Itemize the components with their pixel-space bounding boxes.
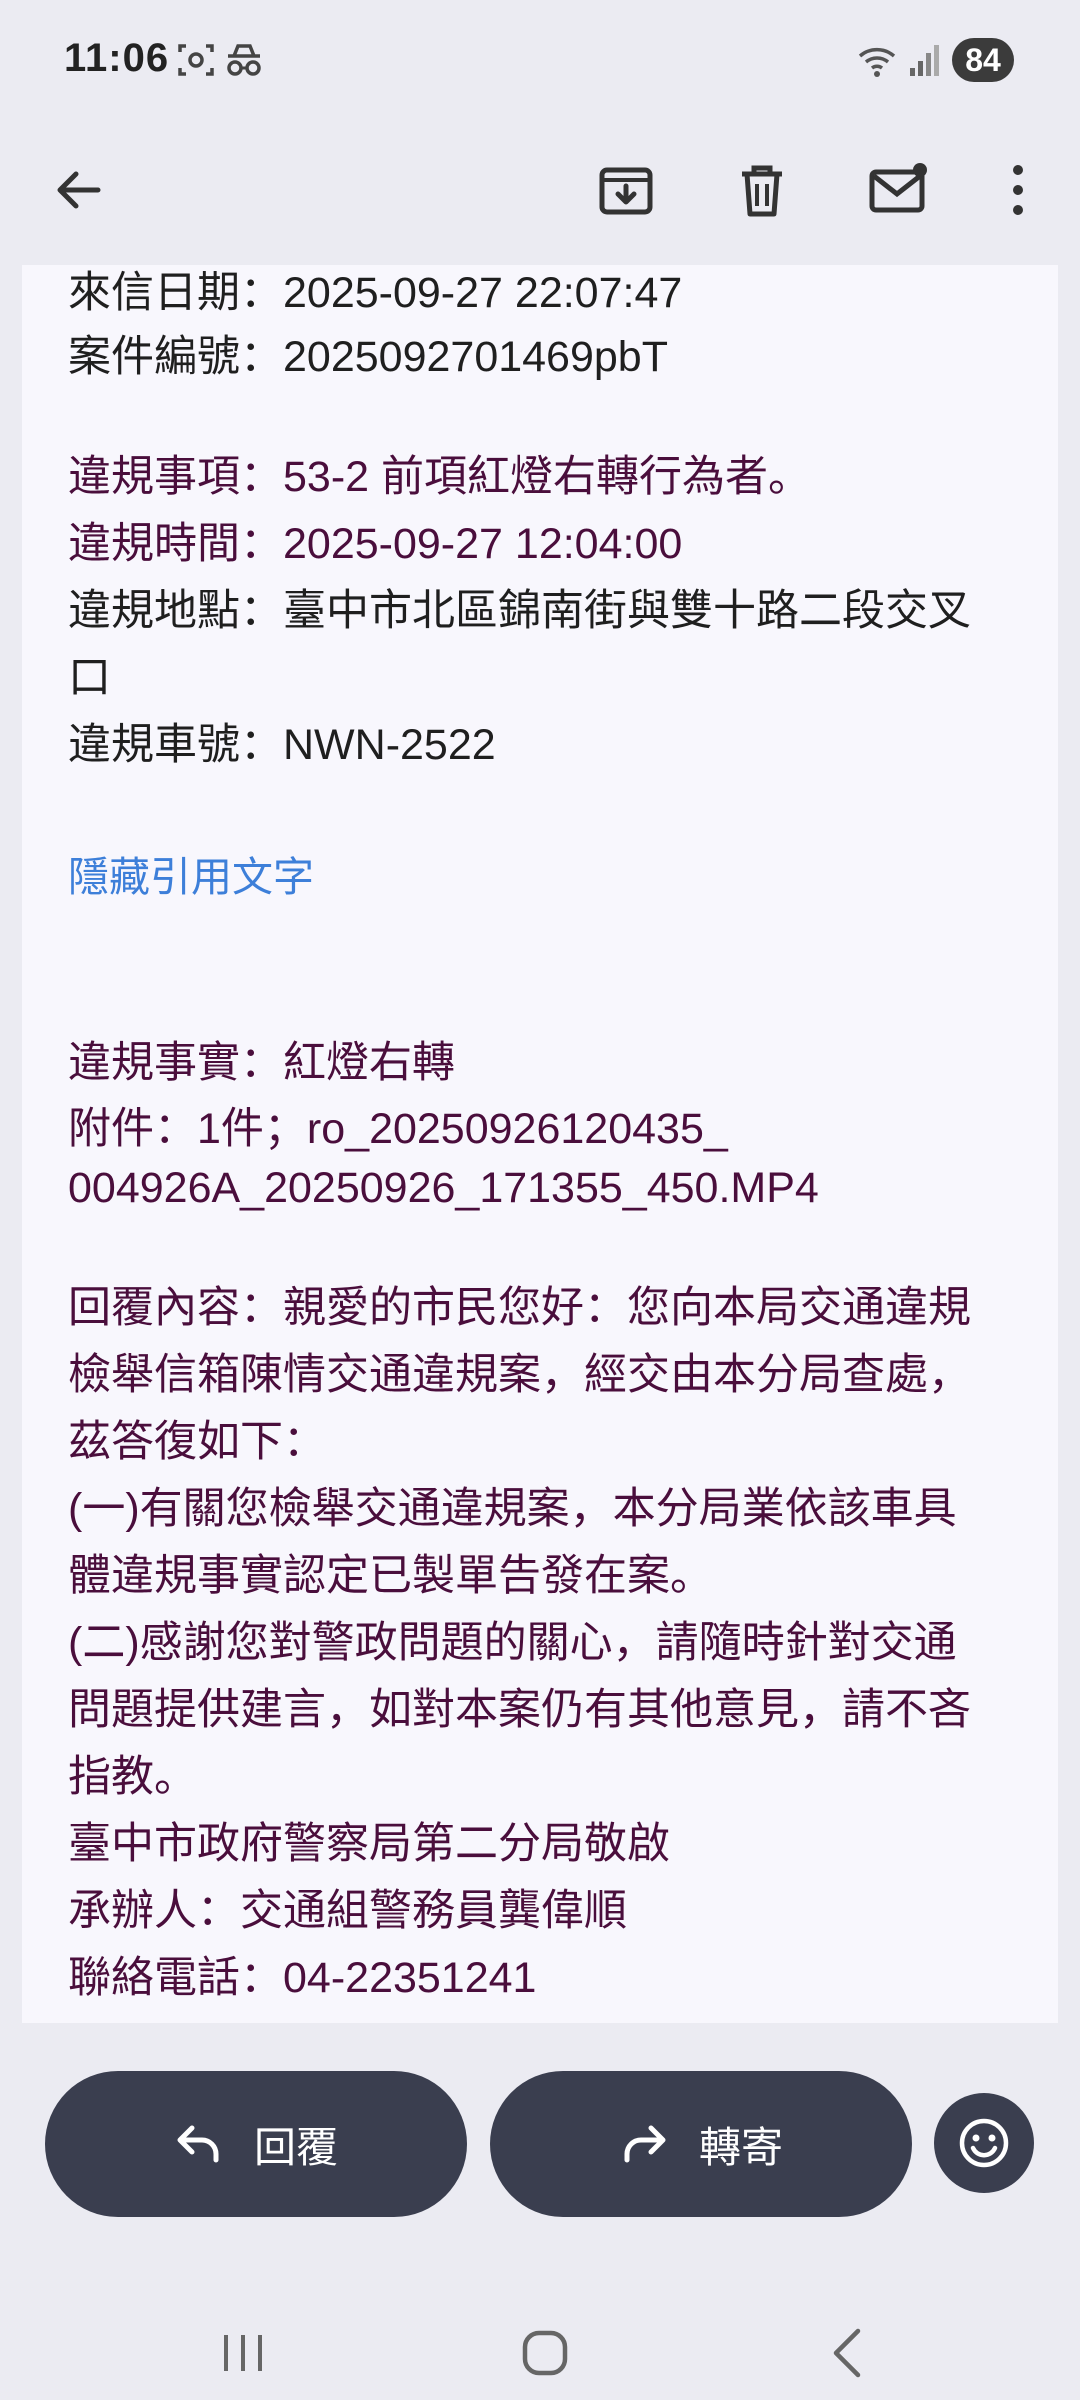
forward-button[interactable]: 轉寄 — [490, 2071, 912, 2217]
reply-button[interactable]: 回覆 — [45, 2071, 467, 2217]
back-arrow-icon[interactable] — [38, 150, 118, 230]
forward-icon — [624, 2125, 666, 2163]
back-icon[interactable] — [806, 2313, 886, 2393]
case-number: 案件編號：2025092701469pbT — [68, 333, 668, 381]
reply-line: (一)有關您檢舉交通違規案，本分局業依該車具 — [68, 1485, 957, 1533]
battery-badge: 84 — [952, 38, 1014, 82]
forward-label: 轉寄 — [698, 2123, 783, 2171]
violation-location: 違規地點：臺中市北區錦南街與雙十路二段交叉 — [68, 587, 971, 635]
status-bar: 11:06 84 — [0, 0, 1080, 120]
signal-icon — [908, 40, 942, 85]
recent-apps-icon[interactable] — [203, 2313, 283, 2393]
violation-fact: 違規事實：紅燈右轉 — [68, 1039, 455, 1087]
action-bar: 回覆 轉寄 — [0, 2023, 1080, 2223]
incognito-icon — [222, 40, 266, 85]
emoji-icon — [959, 2118, 1009, 2168]
reply-icon — [177, 2125, 219, 2163]
reply-line: 體違規事實認定已製單告發在案。 — [68, 1552, 713, 1600]
received-date: 來信日期：2025-09-27 22:07:47 — [68, 269, 683, 317]
email-body: 來信日期：2025-09-27 22:07:47 案件編號：2025092701… — [22, 265, 1058, 2023]
more-vert-icon[interactable] — [978, 150, 1058, 230]
reply-line: 聯絡電話：04-22351241 — [68, 1954, 537, 2002]
reply-line: 檢舉信箱陳情交通違規案，經交由本分局查處， — [68, 1351, 971, 1399]
home-icon[interactable] — [505, 2313, 585, 2393]
reply-line: 回覆內容：親愛的市民您好：您向本局交通違規 — [68, 1284, 971, 1332]
attachment-filename: 004926A_20250926_171355_450.MP4 — [68, 1164, 819, 1212]
reply-line: 承辦人：交通組警務員龔偉順 — [68, 1887, 627, 1935]
violation-location-cont: 口 — [68, 654, 111, 702]
status-time: 11:06 — [64, 36, 170, 80]
reply-line: 茲答復如下： — [68, 1418, 326, 1466]
attachment-info: 附件：1件；ro_20250926120435_ — [68, 1105, 728, 1153]
reply-line: 指教。 — [68, 1753, 197, 1801]
system-navigation-bar — [0, 2223, 1080, 2400]
reply-line: (二)感謝您對警政問題的關心，請隨時針對交通 — [68, 1619, 957, 1667]
emoji-reaction-button[interactable] — [934, 2093, 1034, 2193]
reply-label: 回覆 — [253, 2123, 338, 2171]
reply-line: 臺中市政府警察局第二分局敬啟 — [68, 1820, 670, 1868]
wifi-icon — [856, 40, 900, 85]
email-toolbar — [0, 120, 1080, 265]
hide-quoted-text-link[interactable]: 隱藏引用文字 — [68, 847, 314, 907]
violation-item: 違規事項：53-2 前項紅燈右轉行為者。 — [68, 453, 812, 501]
reply-line: 問題提供建言，如對本案仍有其他意見，請不吝 — [68, 1686, 971, 1734]
screenshot-icon — [176, 40, 216, 85]
plate-number: 違規車號：NWN-2522 — [68, 721, 496, 769]
violation-time: 違規時間：2025-09-27 12:04:00 — [68, 520, 683, 568]
mark-unread-icon[interactable] — [858, 150, 938, 230]
delete-icon[interactable] — [722, 150, 802, 230]
archive-icon[interactable] — [586, 150, 666, 230]
